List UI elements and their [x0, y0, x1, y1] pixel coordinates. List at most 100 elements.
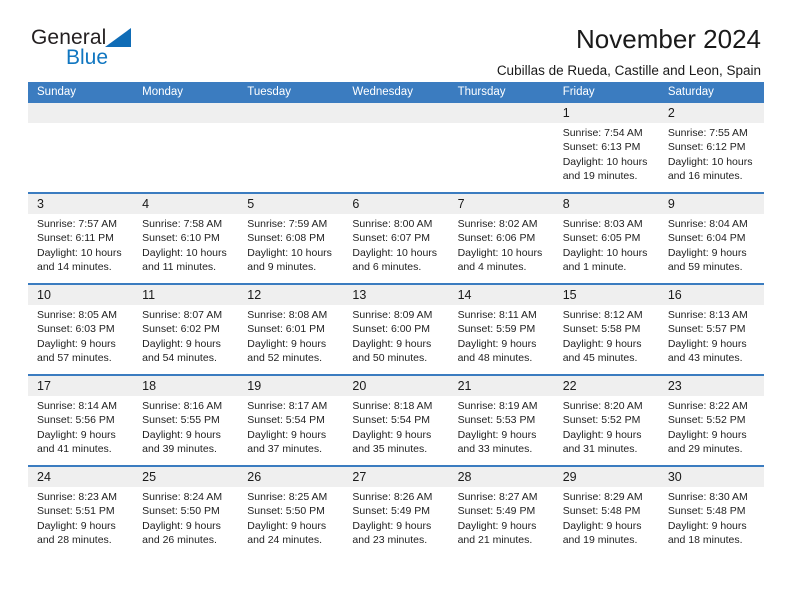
day-cell[interactable]: 30 Sunrise: 8:30 AM Sunset: 5:48 PM Dayligh… — [658, 467, 764, 556]
day-sun-info: Sunrise: 8:27 AM Sunset: 5:49 PM Daylight:… — [449, 487, 554, 547]
day-number: 16 — [667, 288, 682, 302]
day-number-bar: 7 — [448, 194, 554, 214]
day-sun-info: Sunrise: 8:30 AM Sunset: 5:48 PM Daylight:… — [659, 487, 764, 547]
day-info-line: Daylight: 9 hours — [142, 519, 221, 532]
day-info-line: Daylight: 9 hours — [562, 428, 642, 441]
day-sun-info: Sunrise: 8:19 AM Sunset: 5:53 PM Daylight:… — [449, 396, 554, 456]
day-cell[interactable]: 6 Sunrise: 8:00 AM Sunset: 6:07 PM Daylight… — [343, 194, 449, 283]
day-info-line: Daylight: 9 hours — [247, 519, 327, 532]
day-info-line: Sunrise: 8:24 AM — [142, 491, 223, 503]
day-number-bar — [133, 103, 239, 123]
day-cell[interactable]: 3 Sunrise: 7:57 AM Sunset: 6:11 PM Daylight… — [28, 194, 134, 283]
day-cell[interactable]: 18 Sunrise: 8:16 AM Sunset: 5:55 PM Dayligh… — [133, 376, 239, 465]
day-number: 1 — [562, 106, 570, 120]
day-info-line: Sunrise: 7:57 AM — [37, 218, 117, 230]
day-cell[interactable]: 24 Sunrise: 8:23 AM Sunset: 5:51 PM Dayligh… — [28, 467, 134, 556]
day-number: 28 — [457, 470, 472, 484]
day-sun-info: Sunrise: 8:12 AM Sunset: 5:58 PM Daylight:… — [554, 305, 659, 365]
calendar-page: General Blue November 2024 Cubillas de R… — [0, 0, 792, 612]
day-number: 18 — [142, 379, 157, 393]
day-number-bar: 12 — [238, 285, 344, 305]
day-number: 9 — [667, 197, 675, 211]
calendar-week-row: 24 Sunrise: 8:23 AM Sunset: 5:51 PM Dayligh… — [28, 465, 764, 556]
day-number-bar: 1 — [553, 103, 659, 123]
day-cell-empty — [343, 103, 449, 192]
day-info-line: and 41 minutes. — [37, 442, 112, 455]
day-number-bar: 16 — [658, 285, 764, 305]
day-info-line: and 50 minutes. — [352, 351, 428, 364]
calendar-week-row: 10 Sunrise: 8:05 AM Sunset: 6:03 PM Dayligh… — [28, 283, 764, 374]
day-cell[interactable]: 2 Sunrise: 7:55 AM Sunset: 6:12 PM Daylight… — [658, 103, 764, 192]
weekday-header-wednesday: Wednesday — [352, 86, 413, 98]
logo-triangle-icon — [105, 28, 131, 47]
weekday-header-friday: Friday — [562, 86, 595, 98]
day-sun-info: Sunrise: 8:04 AM Sunset: 6:04 PM Daylight:… — [659, 214, 764, 274]
day-info-line: and 16 minutes. — [667, 169, 743, 182]
day-cell[interactable]: 4 Sunrise: 7:58 AM Sunset: 6:10 PM Daylight… — [133, 194, 239, 283]
day-cell[interactable]: 26 Sunrise: 8:25 AM Sunset: 5:50 PM Dayligh… — [238, 467, 344, 556]
day-info-line: Daylight: 9 hours — [562, 519, 642, 532]
day-cell[interactable]: 1 Sunrise: 7:54 AM Sunset: 6:13 PM Daylight… — [553, 103, 659, 192]
day-info-line: and 26 minutes. — [142, 533, 217, 546]
day-cell[interactable]: 22 Sunrise: 8:20 AM Sunset: 5:52 PM Dayligh… — [553, 376, 659, 465]
day-info-line: Daylight: 10 hours — [457, 246, 543, 259]
day-cell[interactable]: 16 Sunrise: 8:13 AM Sunset: 5:57 PM Dayligh… — [658, 285, 764, 374]
day-info-line: Sunset: 5:53 PM — [457, 414, 536, 427]
day-cell[interactable]: 19 Sunrise: 8:17 AM Sunset: 5:54 PM Dayligh… — [238, 376, 344, 465]
day-info-line: and 18 minutes. — [667, 533, 743, 546]
day-number-bar: 10 — [28, 285, 134, 305]
day-cell[interactable]: 9 Sunrise: 8:04 AM Sunset: 6:04 PM Daylight… — [658, 194, 764, 283]
day-cell[interactable]: 5 Sunrise: 7:59 AM Sunset: 6:08 PM Daylight… — [238, 194, 344, 283]
day-info-line: Daylight: 9 hours — [667, 246, 747, 259]
day-sun-info: Sunrise: 8:24 AM Sunset: 5:50 PM Daylight:… — [133, 487, 238, 547]
day-info-line: Daylight: 9 hours — [37, 428, 116, 441]
day-info-line: and 23 minutes. — [352, 533, 428, 546]
day-cell[interactable]: 23 Sunrise: 8:22 AM Sunset: 5:52 PM Dayligh… — [658, 376, 764, 465]
weekday-header-sunday: Sunday — [37, 86, 77, 98]
day-info-line: Sunset: 5:48 PM — [667, 505, 746, 518]
day-cell[interactable]: 27 Sunrise: 8:26 AM Sunset: 5:49 PM Dayligh… — [343, 467, 449, 556]
day-number-bar: 5 — [238, 194, 344, 214]
day-info-line: and 1 minute. — [562, 260, 627, 273]
day-sun-info: Sunrise: 8:18 AM Sunset: 5:54 PM Daylight:… — [343, 396, 448, 456]
day-info-line: and 52 minutes. — [247, 351, 322, 364]
day-info-line: Sunrise: 8:26 AM — [352, 491, 433, 503]
day-info-line: Sunrise: 8:17 AM — [247, 400, 328, 412]
day-cell[interactable]: 13 Sunrise: 8:09 AM Sunset: 6:00 PM Dayligh… — [343, 285, 449, 374]
day-info-line: Daylight: 9 hours — [667, 428, 747, 441]
day-cell[interactable]: 10 Sunrise: 8:05 AM Sunset: 6:03 PM Dayligh… — [28, 285, 134, 374]
day-cell[interactable]: 14 Sunrise: 8:11 AM Sunset: 5:59 PM Dayligh… — [448, 285, 554, 374]
day-sun-info: Sunrise: 7:54 AM Sunset: 6:13 PM Daylight:… — [554, 123, 659, 183]
page-title: November 2024 — [576, 24, 761, 54]
day-cell[interactable]: 7 Sunrise: 8:02 AM Sunset: 6:06 PM Daylight… — [448, 194, 554, 283]
day-cell[interactable]: 12 Sunrise: 8:08 AM Sunset: 6:01 PM Dayligh… — [238, 285, 344, 374]
day-cell[interactable]: 15 Sunrise: 8:12 AM Sunset: 5:58 PM Dayligh… — [553, 285, 659, 374]
day-number: 11 — [142, 288, 156, 302]
day-info-line: Sunrise: 8:11 AM — [457, 309, 537, 321]
day-info-line: Daylight: 10 hours — [667, 155, 753, 168]
day-info-line: Sunrise: 8:25 AM — [247, 491, 328, 503]
day-sun-info — [28, 123, 133, 126]
day-info-line: Sunrise: 8:00 AM — [352, 218, 433, 230]
day-cell[interactable]: 17 Sunrise: 8:14 AM Sunset: 5:56 PM Dayligh… — [28, 376, 134, 465]
day-info-line: Sunrise: 8:02 AM — [457, 218, 538, 230]
weekday-header-tuesday: Tuesday — [247, 86, 291, 98]
day-cell[interactable]: 21 Sunrise: 8:19 AM Sunset: 5:53 PM Dayligh… — [448, 376, 554, 465]
day-number-bar: 17 — [28, 376, 134, 396]
day-sun-info: Sunrise: 8:02 AM Sunset: 6:06 PM Daylight:… — [449, 214, 554, 274]
day-cell[interactable]: 29 Sunrise: 8:29 AM Sunset: 5:48 PM Dayligh… — [553, 467, 659, 556]
day-cell[interactable]: 8 Sunrise: 8:03 AM Sunset: 6:05 PM Daylight… — [553, 194, 659, 283]
day-sun-info — [449, 123, 554, 126]
day-info-line: Daylight: 9 hours — [562, 337, 642, 350]
day-cell[interactable]: 11 Sunrise: 8:07 AM Sunset: 6:02 PM Dayligh… — [133, 285, 239, 374]
day-cell[interactable]: 28 Sunrise: 8:27 AM Sunset: 5:49 PM Dayligh… — [448, 467, 554, 556]
day-cell[interactable]: 25 Sunrise: 8:24 AM Sunset: 5:50 PM Dayligh… — [133, 467, 239, 556]
day-info-line: Daylight: 9 hours — [457, 519, 537, 532]
day-number: 13 — [352, 288, 367, 302]
day-cell[interactable]: 20 Sunrise: 8:18 AM Sunset: 5:54 PM Dayligh… — [343, 376, 449, 465]
day-number: 24 — [37, 470, 51, 484]
day-info-line: and 14 minutes. — [37, 260, 112, 273]
day-number: 25 — [142, 470, 157, 484]
day-number: 2 — [667, 106, 675, 120]
day-number: 20 — [352, 379, 367, 393]
